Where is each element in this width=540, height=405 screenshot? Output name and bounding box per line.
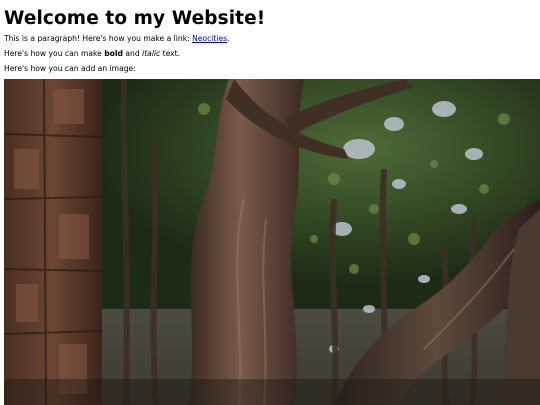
bold-text: bold bbox=[104, 49, 123, 58]
paragraph-link: This is a paragraph! Here's how you make… bbox=[4, 34, 230, 44]
paragraph-image-intro: Here's how you can add an image: bbox=[4, 64, 136, 73]
paragraph-text: Here's how you can make bbox=[4, 49, 105, 58]
page-title: Welcome to my Website! bbox=[4, 8, 266, 29]
italic-text: italic bbox=[142, 49, 161, 58]
paragraph-text-middle: and bbox=[122, 49, 143, 58]
paragraph-formatting: Here's how you can make bold and italic … bbox=[4, 49, 180, 59]
paragraph-text-end: . bbox=[227, 34, 230, 43]
page: Welcome to my Website! This is a paragra… bbox=[0, 0, 540, 405]
paragraph-text: This is a paragraph! Here's how you make… bbox=[4, 34, 193, 43]
paragraph-text-end: text. bbox=[160, 49, 181, 58]
tree-photo bbox=[4, 79, 540, 405]
neocities-link[interactable]: Neocities bbox=[192, 34, 227, 43]
